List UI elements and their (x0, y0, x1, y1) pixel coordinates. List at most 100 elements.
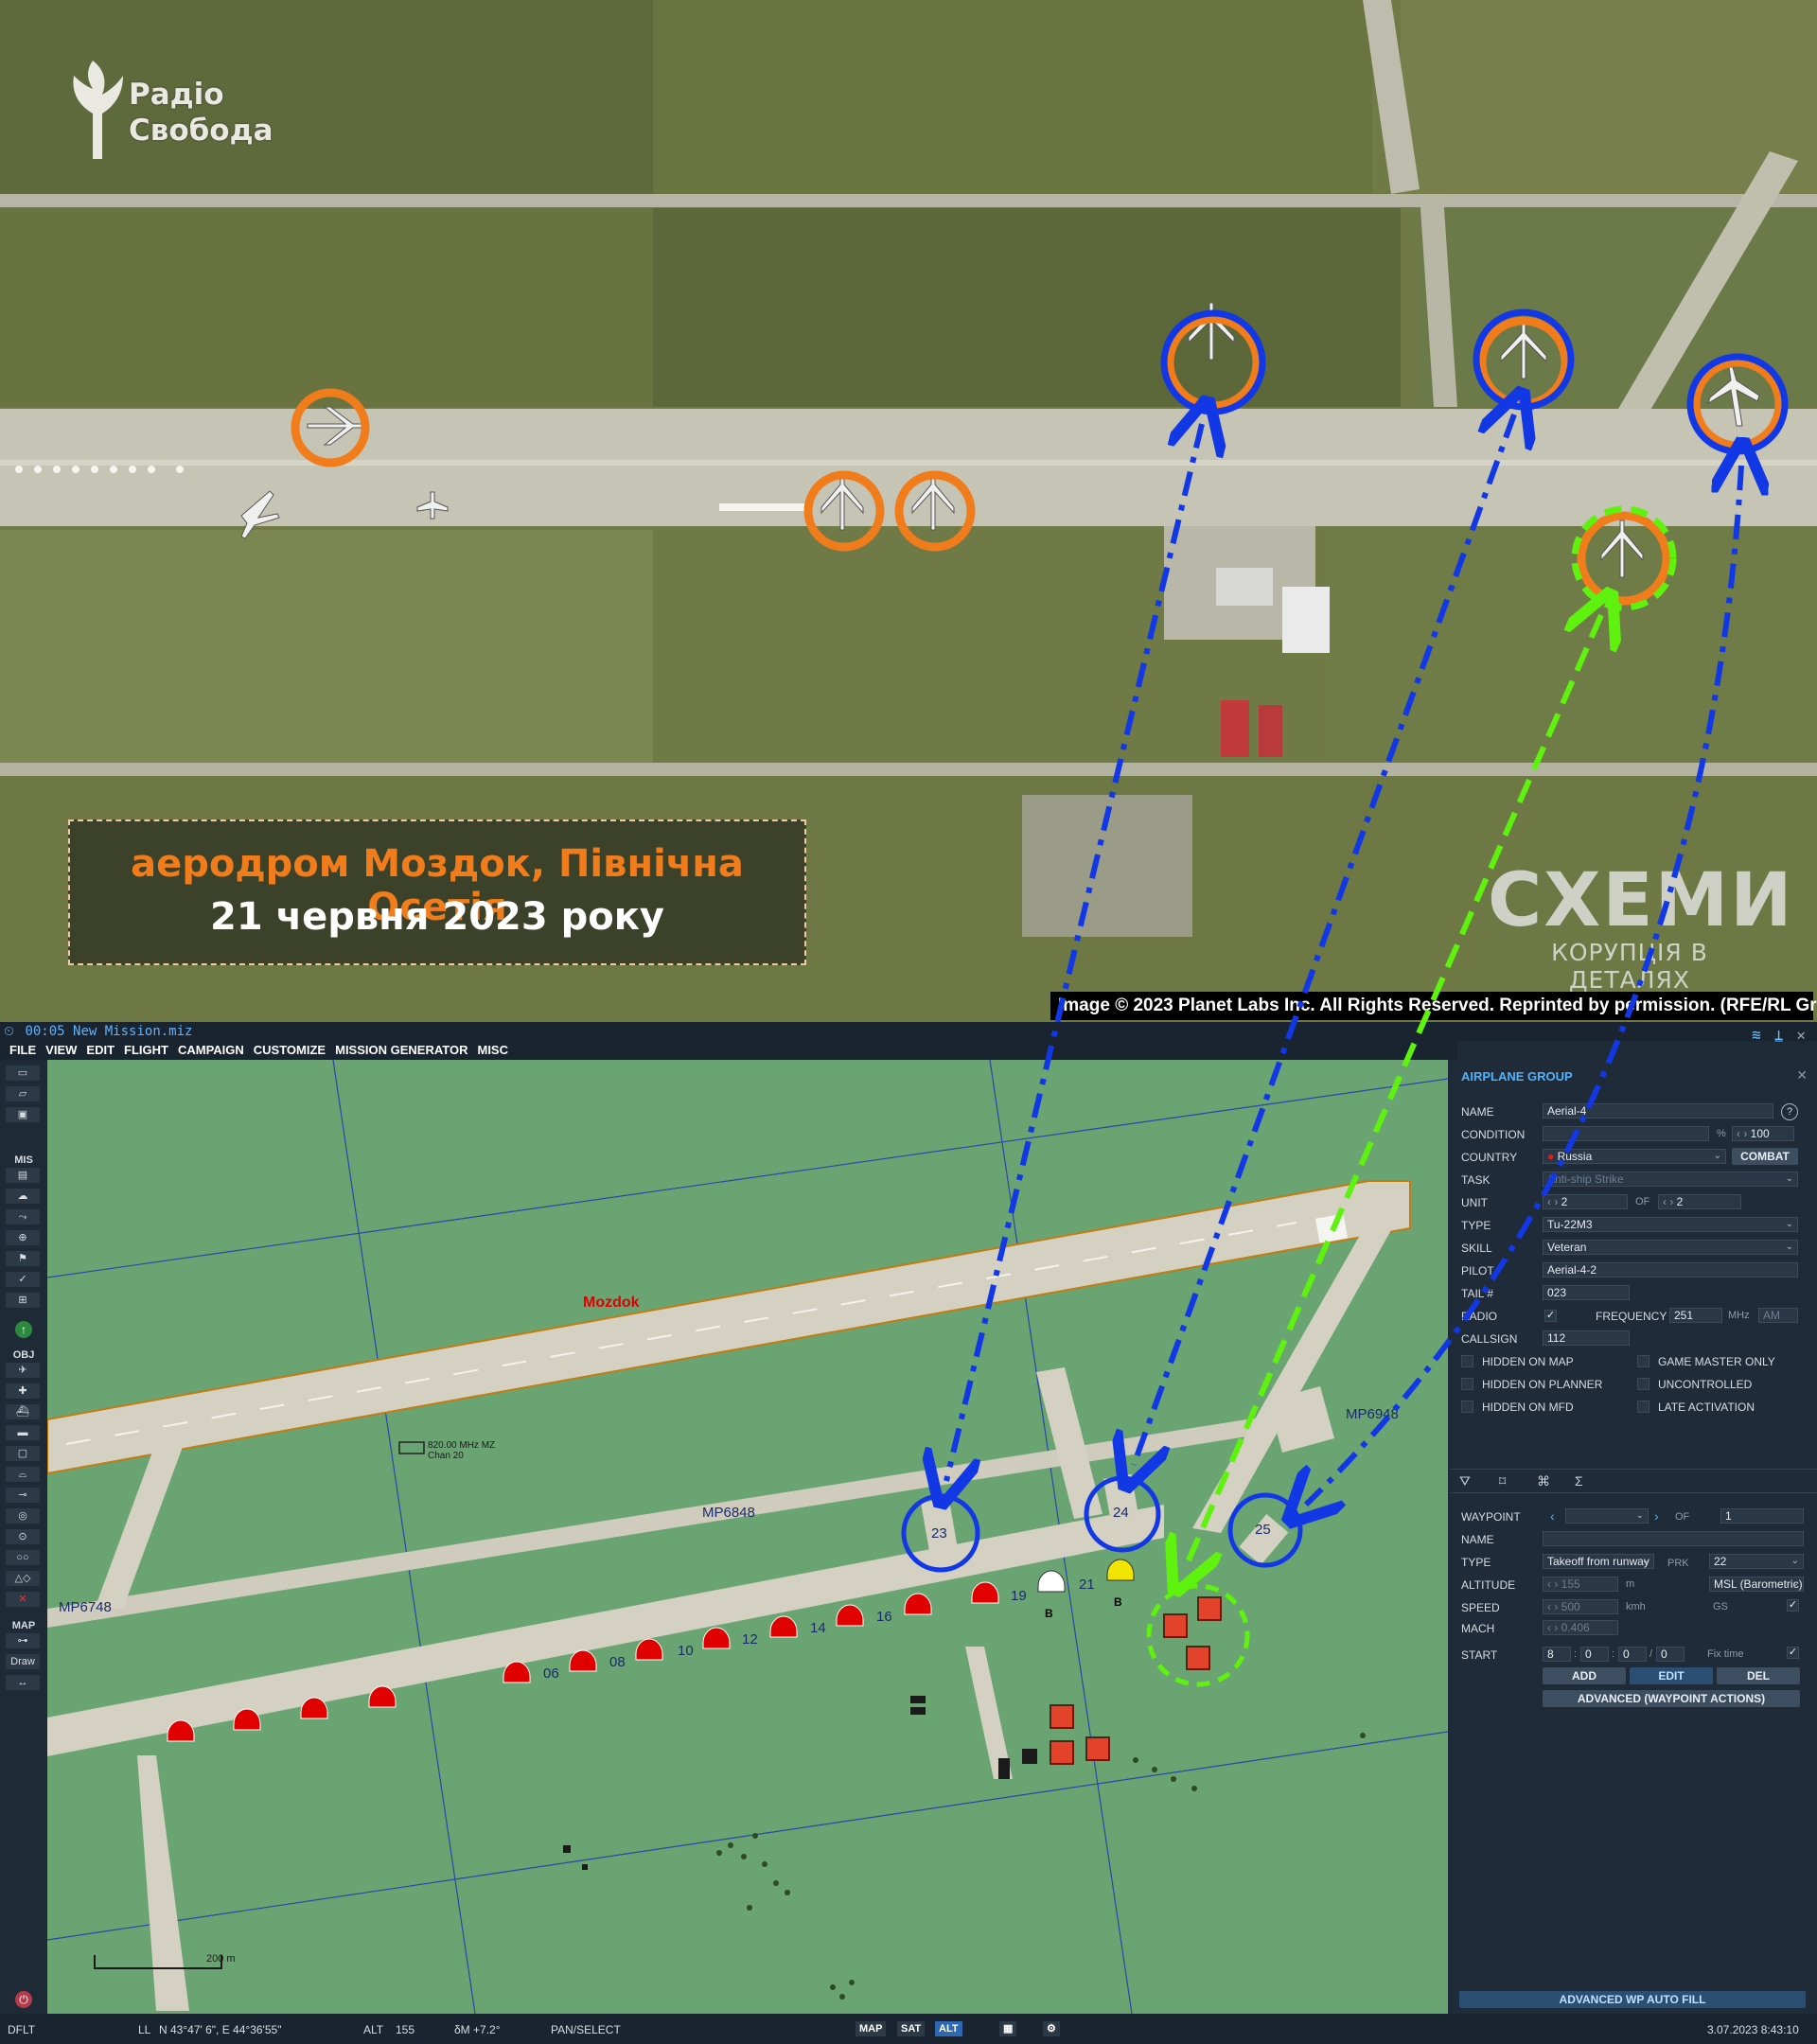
parking-number: 19 (1011, 1588, 1027, 1604)
country-select[interactable]: ● Russia ⌄ (1543, 1149, 1726, 1164)
draw-button[interactable]: Draw (6, 1654, 40, 1669)
group-name-field[interactable]: Aerial-4 (1543, 1103, 1773, 1119)
menu-flight[interactable]: FLIGHT (124, 1041, 168, 1060)
weather-icon[interactable]: ☁ (6, 1189, 40, 1204)
prev-waypoint-icon[interactable]: ‹ (1550, 1508, 1555, 1524)
unit-stepper[interactable]: ‹ › 2 (1543, 1194, 1628, 1209)
wifi-icon[interactable]: ≋ (1752, 1026, 1761, 1045)
route-icon[interactable]: ⤳ (6, 1209, 40, 1225)
check-icon[interactable]: ✓ (6, 1272, 40, 1287)
altitude-stepper[interactable]: ‹ › 155 (1543, 1577, 1618, 1592)
parking-number: 12 (742, 1631, 758, 1648)
task-select[interactable]: Anti-ship Strike ⌄ (1543, 1172, 1798, 1187)
map-mode-button[interactable]: MAP (856, 2021, 887, 2036)
prk-select[interactable]: 22 ⌄ (1709, 1554, 1804, 1569)
wp-name-field[interactable] (1543, 1531, 1804, 1546)
panel-close-icon[interactable]: ✕ (1796, 1067, 1808, 1084)
link-icon[interactable]: ⊸ (6, 1488, 40, 1503)
condition-value-field[interactable]: ‹ › 100 (1732, 1126, 1794, 1141)
triggers-icon[interactable]: ⊞ (6, 1293, 40, 1308)
tab-properties-icon[interactable]: ⌘ (1537, 1473, 1550, 1489)
antenna-icon[interactable]: ⍊ (1774, 1026, 1784, 1045)
callsign-field[interactable]: 112 (1543, 1330, 1630, 1346)
start-second-field[interactable]: 0 (1656, 1647, 1685, 1662)
helicopter-icon[interactable]: ✚ (6, 1383, 40, 1399)
vehicle-icon[interactable]: ▬ (6, 1425, 40, 1440)
advanced-waypoint-actions-button[interactable]: ADVANCED (WAYPOINT ACTIONS) (1543, 1690, 1800, 1707)
start-minute-field[interactable]: 0 (1618, 1647, 1647, 1662)
zone-icon[interactable]: ◎ (6, 1508, 40, 1524)
beacon-icon[interactable] (398, 1441, 425, 1454)
template-icon[interactable]: ⌓ (6, 1467, 40, 1482)
menu-edit[interactable]: EDIT (86, 1041, 115, 1060)
profile-selector[interactable]: DFLT (8, 2023, 35, 2036)
menu-view[interactable]: VIEW (45, 1041, 77, 1060)
advanced-wp-autofill-button[interactable]: ADVANCED WP AUTO FILL (1459, 1991, 1806, 2008)
menu-mission-generator[interactable]: MISSION GENERATOR (335, 1041, 467, 1060)
late-activation-checkbox[interactable] (1637, 1401, 1649, 1413)
airplane-icon[interactable]: ✈ (6, 1363, 40, 1378)
add-waypoint-button[interactable]: ADD (1543, 1667, 1626, 1684)
frequency-field[interactable]: 251 (1669, 1308, 1722, 1323)
hidden-on-planner-checkbox[interactable] (1461, 1378, 1473, 1390)
map-canvas[interactable] (47, 1060, 1448, 2014)
hidden-on-map-checkbox[interactable] (1461, 1355, 1473, 1367)
key-icon[interactable]: ⊶ (6, 1633, 40, 1648)
flag-icon[interactable]: ⚑ (6, 1251, 40, 1266)
radio-checkbox[interactable]: ✓ (1544, 1310, 1557, 1322)
chevron-down-icon: ⌄ (1713, 1151, 1721, 1161)
menu-campaign[interactable]: CAMPAIGN (178, 1041, 244, 1060)
power-icon[interactable]: ⏻ (15, 1991, 32, 2008)
hidden-on-mfd-checkbox[interactable] (1461, 1401, 1473, 1413)
edit-waypoint-button[interactable]: EDIT (1630, 1667, 1713, 1684)
close-icon[interactable]: ✕ (1796, 1026, 1806, 1045)
delete-icon[interactable]: ✕ (6, 1592, 40, 1607)
layers-icon[interactable]: ▦ (999, 2021, 1017, 2036)
tail-field[interactable]: 023 (1543, 1285, 1630, 1300)
ruler-icon[interactable]: ↔ (6, 1675, 40, 1690)
target-icon[interactable]: ⊕ (6, 1230, 40, 1245)
next-waypoint-icon[interactable]: › (1654, 1508, 1659, 1524)
coord-mode[interactable]: LL (138, 2023, 150, 2036)
uncontrolled-checkbox[interactable] (1637, 1378, 1649, 1390)
ship-icon[interactable]: ⛴ (6, 1404, 40, 1419)
mission-map[interactable]: Mozdok 820.00 MHz MZ Chan 20 MP6848 MP67… (47, 1060, 1448, 2014)
mach-stepper[interactable]: ‹ › 0.406 (1543, 1620, 1618, 1635)
tab-summary-icon[interactable]: Σ (1575, 1473, 1583, 1489)
modulation-select[interactable]: AM (1758, 1308, 1798, 1323)
compass-icon[interactable]: ↑ (15, 1321, 32, 1338)
waypoint-select[interactable]: ⌄ (1565, 1508, 1649, 1524)
type-select[interactable]: Tu-22M3 ⌄ (1543, 1217, 1798, 1232)
help-icon[interactable]: ? (1781, 1103, 1798, 1120)
open-file-icon[interactable]: ▱ (6, 1086, 40, 1101)
save-file-icon[interactable]: ▣ (6, 1107, 40, 1122)
new-file-icon[interactable]: ▭ (6, 1066, 40, 1081)
unit-of-stepper[interactable]: ‹ › 2 (1658, 1194, 1741, 1209)
start-hour-field[interactable]: 0 (1580, 1647, 1609, 1662)
fix-time-checkbox[interactable]: ✓ (1787, 1647, 1799, 1659)
sat-mode-button[interactable]: SAT (897, 2021, 926, 2036)
condition-bar[interactable] (1543, 1126, 1709, 1141)
menu-file[interactable]: FILE (9, 1041, 36, 1060)
settings-icon[interactable]: ⚙ (1043, 2021, 1060, 2036)
speed-stepper[interactable]: ‹ › 500 (1543, 1599, 1618, 1614)
alt-mode-button[interactable]: ALT (935, 2021, 962, 2036)
static-object-icon[interactable]: ▢ (6, 1446, 40, 1461)
tab-route-icon[interactable]: ⛛ (1459, 1473, 1471, 1489)
briefing-icon[interactable]: ▤ (6, 1168, 40, 1183)
gs-checkbox[interactable]: ✓ (1787, 1599, 1799, 1612)
game-master-only-checkbox[interactable] (1637, 1355, 1649, 1367)
skill-select[interactable]: Veteran ⌄ (1543, 1240, 1798, 1255)
menu-misc[interactable]: MISC (477, 1041, 508, 1060)
altitude-reference-select[interactable]: MSL (Barometric) ⌄ (1709, 1577, 1804, 1592)
pilot-field[interactable]: Aerial-4-2 (1543, 1262, 1798, 1278)
delete-waypoint-button[interactable]: DEL (1717, 1667, 1800, 1684)
formation-icon[interactable]: ○○ (6, 1550, 40, 1565)
start-day-field[interactable]: 8 (1543, 1647, 1571, 1662)
wp-type-select[interactable]: Takeoff from runway ⌄ (1543, 1554, 1654, 1569)
shapes-icon[interactable]: △◇ (6, 1571, 40, 1586)
menu-customize[interactable]: CUSTOMIZE (254, 1041, 326, 1060)
tab-payload-icon[interactable]: ⌑ (1499, 1473, 1506, 1489)
combat-button[interactable]: COMBAT (1732, 1148, 1798, 1165)
nav-point-icon[interactable]: ⊙ (6, 1529, 40, 1544)
